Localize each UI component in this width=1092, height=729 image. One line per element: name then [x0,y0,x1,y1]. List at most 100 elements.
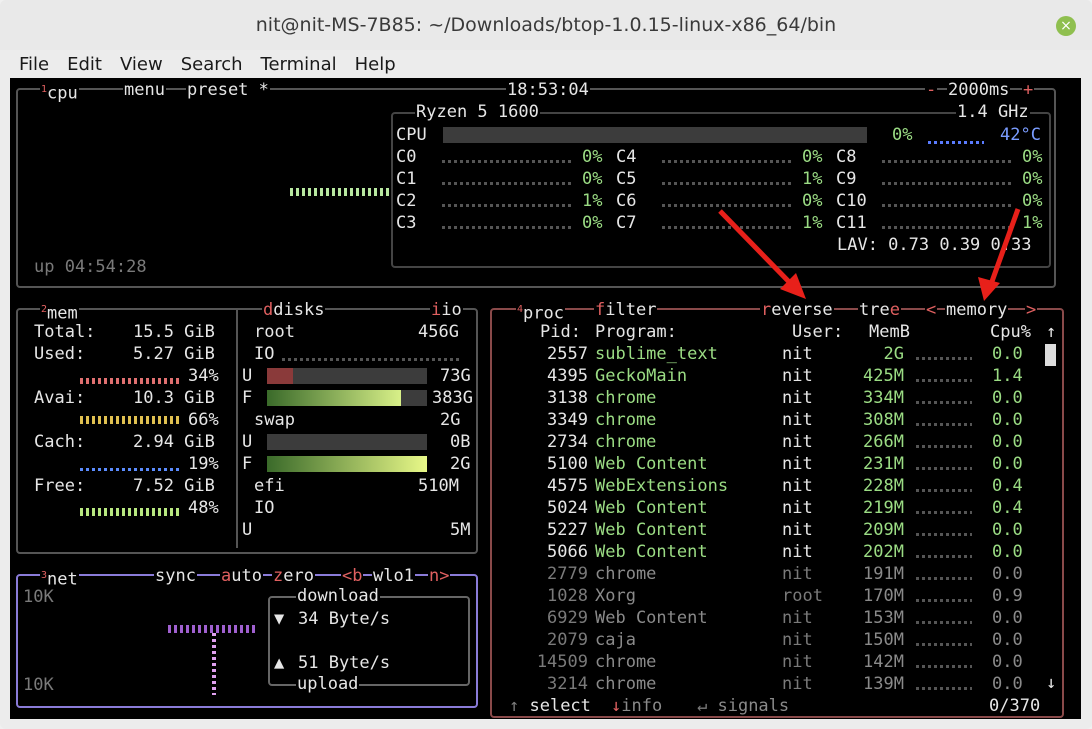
proc-user: nit [782,674,813,694]
mem-free-label: Free: [34,476,86,496]
proc-pid: 3214 [547,674,588,694]
net-download-graph [168,625,258,633]
proc-cpu-graph [916,533,972,536]
proc-user: nit [782,476,813,496]
menu-help[interactable]: Help [355,54,396,75]
disk-swap-free-value: 2G [450,454,471,474]
proc-user: nit [782,432,813,452]
proc-select-hint[interactable]: ↑ select [508,696,592,716]
menu-terminal[interactable]: Terminal [261,54,337,75]
cpu-menu-toggle[interactable]: menu [123,80,166,100]
net-iface-prev[interactable]: <b [341,566,364,586]
menu-file[interactable]: File [19,54,49,75]
proc-info-hint[interactable]: ↓info [610,696,664,716]
disk-root-used-bar [267,368,427,384]
proc-program: Xorg [595,586,636,606]
core-graph [442,160,572,163]
net-zero-toggle[interactable]: zero [272,566,315,586]
proc-mem: 425M [863,366,904,386]
proc-pid: 2734 [547,432,588,452]
proc-signals-hint[interactable]: ↵ signals [696,696,791,716]
proc-tree-toggle[interactable]: tree [858,300,901,320]
sort-prev-button[interactable]: < [925,300,938,320]
proc-cpu: 0.4 [992,476,1023,496]
net-auto-toggle[interactable]: auto [220,566,263,586]
net-iface: wlo1 [372,566,415,586]
disk-efi-used-value: 5M [450,520,471,540]
mem-avail-graph [80,416,180,424]
core-name: C3 [396,213,417,233]
proc-program: Web Content [595,608,708,628]
proc-user: nit [782,366,813,386]
core-graph [882,160,1012,163]
mem-total-value: 15.5 GiB [133,322,215,342]
core-name: C9 [836,169,857,189]
col-pid[interactable]: Pid: [540,321,581,343]
close-button[interactable]: × [1056,16,1076,36]
col-user[interactable]: User: [792,321,843,343]
col-cpu[interactable]: Cpu% [990,321,1031,343]
proc-cpu: 0.0 [992,630,1023,650]
net-iface-next[interactable]: n> [428,566,451,586]
proc-pid: 5227 [547,520,588,540]
proc-reverse-toggle[interactable]: reverse [760,300,834,320]
net-upload-label: upload [296,674,360,694]
sort-next-button[interactable]: > [1025,300,1038,320]
scroll-up-icon[interactable]: ↑ [1046,321,1056,343]
proc-mem: 266M [863,432,904,452]
disk-efi-io-label: IO [254,498,275,518]
mem-cache-value: 2.94 GiB [133,432,215,452]
mem-avail-label: Avai: [34,388,86,408]
disk-efi-used-label: U [242,520,253,540]
cpu-panel-title[interactable]: 1cpu [40,80,79,104]
disk-swap-free-label: F [242,454,253,474]
proc-program: Web Content [595,542,708,562]
disks-io-toggle[interactable]: iio [430,300,463,320]
cpu-preset-toggle[interactable]: preset * [186,80,270,100]
cpu-total-pct: 0% [892,125,913,145]
proc-cpu: 0.0 [992,564,1023,584]
proc-user: root [782,586,823,606]
proc-cpu: 0.0 [992,388,1023,408]
proc-filter-toggle[interactable]: filter [594,300,658,320]
proc-program: chrome [595,388,657,408]
sort-field: memory [945,300,1009,320]
mem-cache-pct: 19% [188,454,219,474]
net-sync-toggle[interactable]: sync [154,566,197,586]
disk-swap-name: swap [254,410,295,430]
proc-program: GeckoMain [595,366,688,386]
disk-root-size: 456G [418,322,459,342]
interval-increase[interactable]: + [1022,80,1035,100]
proc-program: chrome [595,432,657,452]
proc-program: Web Content [595,520,708,540]
core-name: C1 [396,169,417,189]
disk-swap-used-label: U [242,432,253,452]
scrollbar-thumb[interactable] [1045,344,1056,366]
core-name: C10 [836,191,867,211]
core-graph [442,182,572,185]
terminal-area[interactable]: 1cpu menu preset * 18:53:04 - 2000ms + u… [10,78,1081,719]
mem-free-pct: 48% [188,498,219,518]
disks-panel-title[interactable]: ddisks [262,300,326,320]
proc-cpu-graph [916,621,972,624]
disk-swap-free-bar [267,456,427,472]
menu-view[interactable]: View [120,54,163,75]
menu-search[interactable]: Search [181,54,243,75]
core-graph [442,204,572,207]
annotation-arrow-reverse [718,209,806,299]
core-name: C2 [396,191,417,211]
col-program[interactable]: Program: [595,321,677,343]
scroll-down-icon[interactable]: ↓ [1046,672,1056,694]
menu-edit[interactable]: Edit [67,54,102,75]
disk-root-free-value: 383G [432,388,473,408]
proc-user: nit [782,388,813,408]
proc-cpu-graph [916,357,972,360]
proc-cpu: 0.0 [992,410,1023,430]
interval-decrease[interactable]: - [925,80,938,100]
proc-mem: 153M [863,608,904,628]
menu-bar: File Edit View Search Terminal Help [0,50,1092,78]
col-mem[interactable]: MemB [869,321,910,343]
proc-user: nit [782,564,813,584]
proc-program: WebExtensions [595,476,729,496]
proc-user: nit [782,652,813,672]
